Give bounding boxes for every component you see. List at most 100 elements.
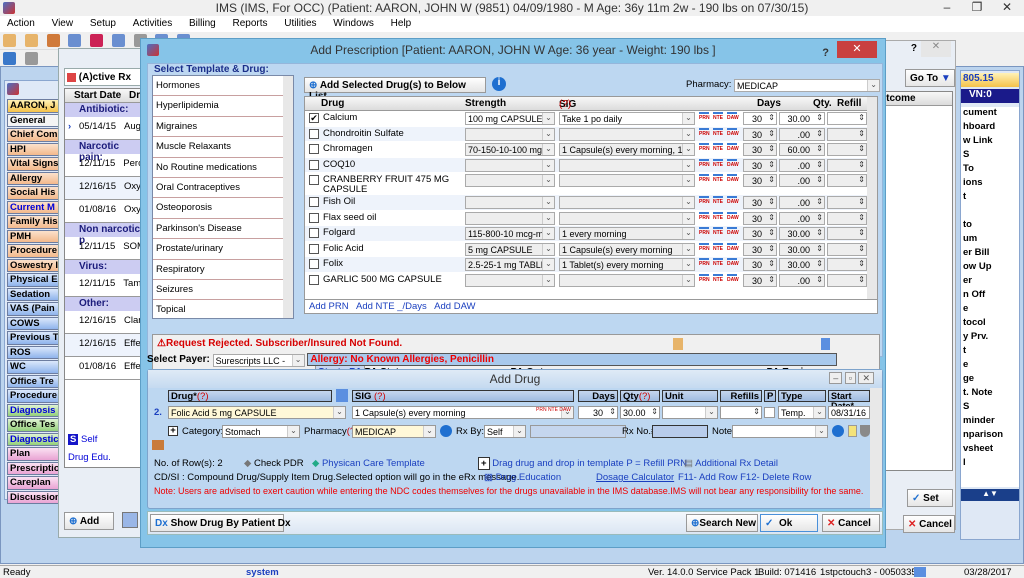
days-spinner[interactable]: 30 ⇕	[743, 273, 777, 287]
nte-icon[interactable]: NTE	[713, 158, 723, 170]
prn-icon[interactable]: PRN	[699, 158, 710, 170]
bg-close-button[interactable]: ✕	[921, 41, 951, 57]
nav-item[interactable]: Office Tre	[7, 374, 61, 388]
drug-checkbox[interactable]	[309, 212, 319, 223]
prn-icon[interactable]: PRN	[699, 143, 710, 154]
patient-icon[interactable]	[3, 34, 16, 47]
drug-checkbox[interactable]	[309, 274, 319, 285]
refill-spinner[interactable]: ⇕	[827, 112, 867, 125]
category-select[interactable]: Stomach ⌄	[222, 425, 300, 438]
spinner-arrows-icon[interactable]: ⇕	[816, 244, 823, 253]
drug-lookup-icon[interactable]	[336, 389, 348, 402]
spinner-arrows-icon[interactable]: ⇕	[858, 197, 865, 206]
spinner-arrows-icon[interactable]: ⇕	[816, 160, 823, 169]
physician-template-link[interactable]: ◆ Physican Care Template	[312, 458, 425, 469]
sig-select[interactable]: ⌄	[559, 211, 695, 225]
spinner-arrows-icon[interactable]: ⇕	[858, 144, 865, 153]
close-icon[interactable]: ✕	[858, 372, 874, 384]
add-rx-button[interactable]: ⊕ Add	[64, 512, 114, 530]
nav-item[interactable]: Chief Com	[7, 128, 61, 142]
daw-icon[interactable]: DAW	[727, 258, 739, 269]
spinner-arrows-icon[interactable]: ⇕	[816, 197, 823, 206]
sig-select[interactable]: ⌄	[559, 158, 695, 172]
nte-icon[interactable]: NTE	[713, 112, 723, 123]
days-spinner[interactable]: 30 ⇕	[743, 211, 777, 225]
menu-help[interactable]: Help	[384, 16, 419, 31]
spinner-arrows-icon[interactable]: ⇕	[858, 228, 865, 237]
category-item[interactable]: Migraines	[153, 117, 287, 138]
sig-select[interactable]: 1 Tablet(s) every morning ⌄	[559, 258, 695, 271]
quick-link[interactable]: ow Up	[961, 261, 1019, 275]
refill-spinner[interactable]: ⇕	[827, 242, 867, 256]
quick-link[interactable]: er	[961, 275, 1019, 289]
spinner-arrows-icon[interactable]: ⇕	[768, 129, 775, 138]
spinner-arrows-icon[interactable]: ⇕	[816, 259, 823, 268]
rx-row[interactable]: 01/08/16 Effex	[65, 357, 143, 380]
restore-button[interactable]: ❐	[962, 0, 992, 16]
menu-setup[interactable]: Setup	[83, 16, 123, 31]
nav-item[interactable]: Office Tes	[7, 418, 61, 432]
daw-icon[interactable]: DAW	[727, 158, 739, 170]
daw-icon[interactable]: DAW	[727, 211, 739, 223]
col-days[interactable]: Days	[757, 98, 781, 109]
qty-spinner[interactable]: 60.00 ⇕	[779, 143, 825, 156]
spinner-arrows-icon[interactable]: ⇕	[858, 244, 865, 253]
additional-rx-link[interactable]: ▤ Additional Rx Detail	[684, 458, 778, 469]
category-item[interactable]: Respiratory	[153, 260, 287, 280]
nte-icon[interactable]: NTE	[713, 127, 723, 139]
strength-select[interactable]: ⌄	[465, 127, 555, 141]
minimize-icon[interactable]: –	[829, 372, 843, 384]
qty-spinner[interactable]: .00 ⇕	[779, 127, 825, 141]
menu-utilities[interactable]: Utilities	[277, 16, 323, 31]
nav-item[interactable]: Sedation	[7, 287, 61, 301]
rx-row[interactable]: 12/11/15SOMA	[65, 237, 143, 260]
toolbar-alert-icon[interactable]	[90, 34, 104, 47]
add-drug-scrollbar[interactable]	[870, 388, 882, 508]
rx-row[interactable]: 01/08/16OxyC	[65, 200, 143, 223]
minimize-button[interactable]: –	[932, 0, 962, 16]
prn-icon[interactable]: PRN	[699, 227, 710, 238]
sig-select[interactable]: 1 Capsule(s) every morning ⌄	[559, 242, 695, 256]
dialog-help-button[interactable]: ?	[822, 42, 829, 64]
drug-checkbox[interactable]	[309, 175, 319, 185]
spinner-arrows-icon[interactable]: ⇕	[816, 129, 823, 138]
nav-item[interactable]: Current M	[7, 200, 61, 214]
sig-help-link[interactable]: (?)	[559, 99, 571, 110]
qty-help-link[interactable]: (?)	[639, 391, 651, 402]
daw-icon[interactable]: DAW	[727, 196, 739, 207]
qty-spinner[interactable]: .00 ⇕	[779, 211, 825, 225]
payer-select[interactable]: Surescripts LLC - ⌄	[212, 354, 305, 367]
strength-select[interactable]: ⌄	[465, 273, 555, 287]
quick-link[interactable]: er Bill	[961, 247, 1019, 261]
spinner-arrows-icon[interactable]: ⇕	[816, 213, 823, 222]
prn-icon[interactable]: PRN	[699, 112, 710, 123]
patient-check-icon[interactable]	[46, 34, 60, 47]
menu-reports[interactable]: Reports	[225, 16, 274, 31]
drug-checkbox[interactable]	[309, 228, 319, 238]
drug-grid-row[interactable]: Folix 2.5-25-1 mg TABLET ⌄ 1 Tablet(s) ever…	[305, 257, 877, 273]
daw-icon[interactable]: DAW	[727, 242, 739, 254]
nav-item[interactable]: Vital Signs	[7, 157, 61, 171]
spinner-arrows-icon[interactable]: ⇕	[768, 197, 775, 206]
open-folder-icon[interactable]	[3, 52, 16, 65]
nav-item[interactable]: PMH	[7, 229, 61, 243]
category-item[interactable]: Parkinson's Disease	[153, 219, 287, 240]
days-spinner[interactable]: 30 ⇕	[743, 158, 777, 172]
drug-grid-row[interactable]: ✔ Calcium 100 mg CAPSULE ⌄ Take 1 po daily ⌄ P…	[305, 111, 877, 127]
rx-by-select[interactable]: Self ⌄	[484, 425, 526, 438]
menu-activities[interactable]: Activities	[126, 16, 179, 31]
nav-item[interactable]: VAS (Pain	[7, 302, 61, 316]
pharmacy-add-icon[interactable]	[440, 425, 452, 437]
spinner-icon[interactable]: ⇕	[651, 407, 658, 416]
refill-spinner[interactable]: ⇕	[827, 143, 867, 156]
rx-row[interactable]: 12/11/15 Tamif	[65, 274, 143, 297]
strength-select[interactable]: ⌄	[465, 196, 555, 209]
strength-select[interactable]: 2.5-25-1 mg TABLET ⌄	[465, 258, 555, 271]
nte-icon[interactable]: NTE	[713, 273, 723, 285]
strength-select[interactable]: 70-150-10-100 mg-m ⌄	[465, 143, 555, 156]
quick-link[interactable]: y Prv.	[961, 331, 1019, 345]
spinner-arrows-icon[interactable]: ⇕	[768, 228, 775, 237]
category-item[interactable]: Osteoporosis	[153, 198, 287, 219]
add-daw-link[interactable]: Add DAW	[434, 301, 475, 312]
qty-spinner[interactable]: 30.00 ⇕	[779, 242, 825, 256]
